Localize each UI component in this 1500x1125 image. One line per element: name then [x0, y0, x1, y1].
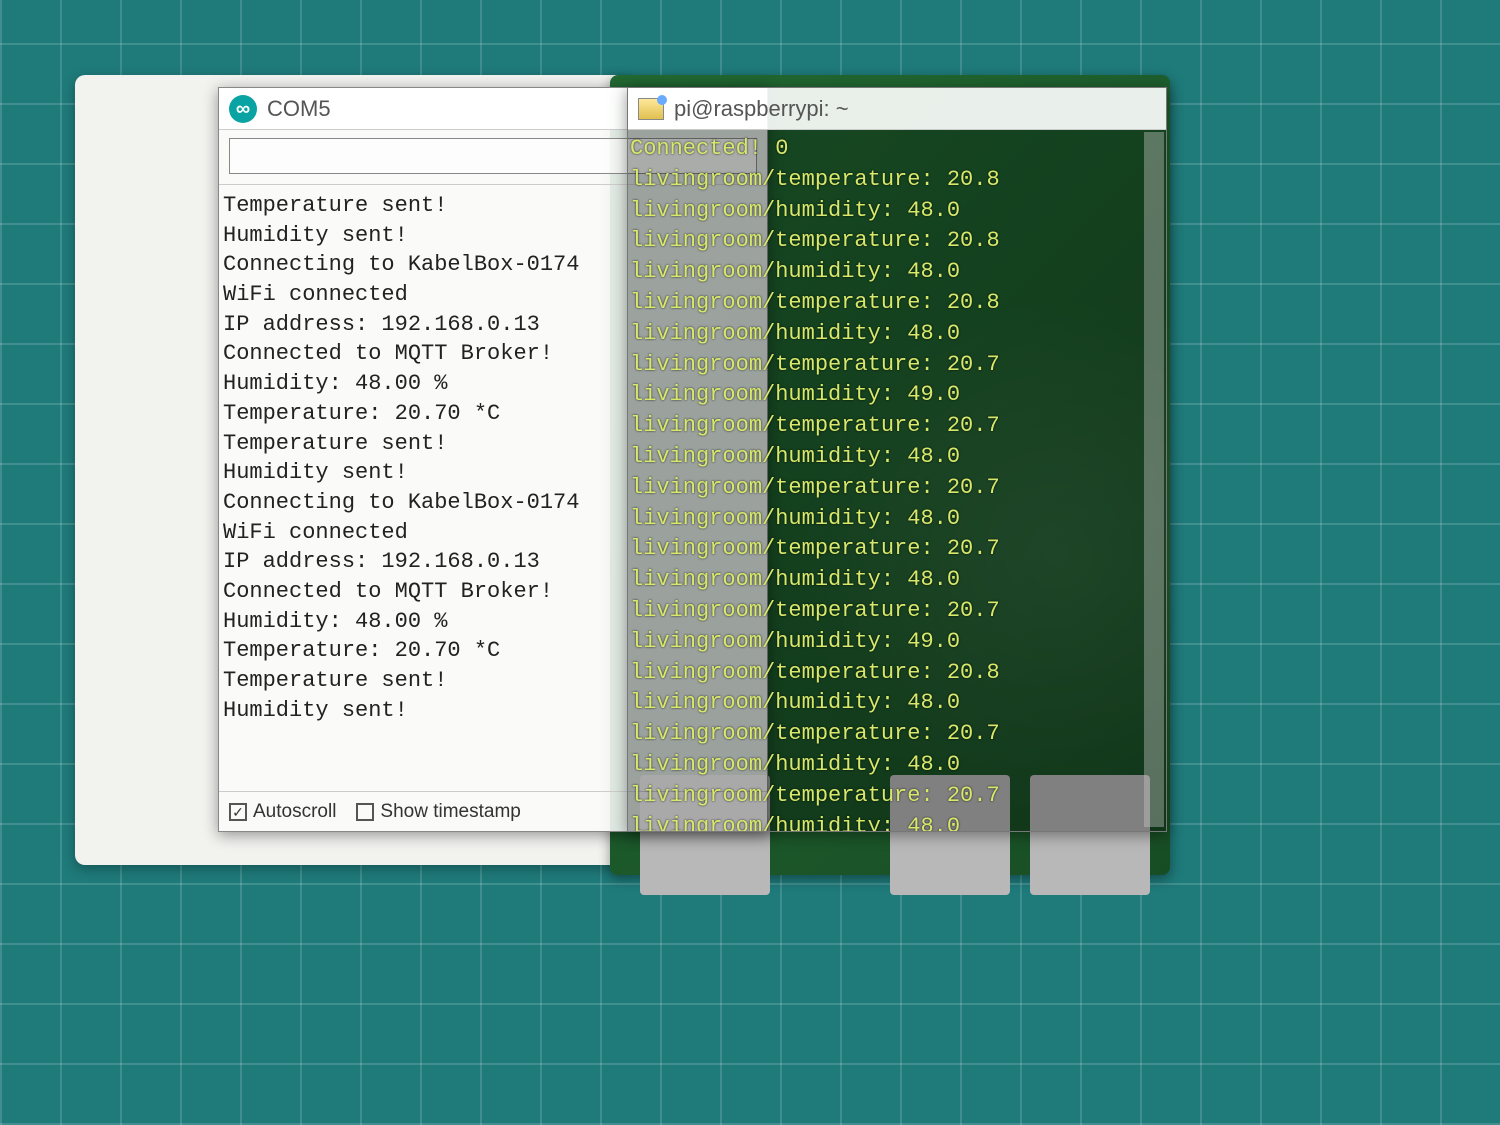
checkbox-icon [356, 803, 374, 821]
terminal-line: livingroom/temperature: 20.7 [630, 719, 1164, 750]
terminal-line: livingroom/humidity: 49.0 [630, 380, 1164, 411]
terminal-line: livingroom/temperature: 20.8 [630, 658, 1164, 689]
terminal-line: livingroom/temperature: 20.7 [630, 781, 1164, 812]
arduino-icon [229, 95, 257, 123]
putty-terminal[interactable]: Connected! 0 livingroom/temperature: 20.… [628, 130, 1166, 831]
terminal-line: livingroom/humidity: 48.0 [630, 565, 1164, 596]
terminal-line: livingroom/temperature: 20.7 [630, 473, 1164, 504]
terminal-line: livingroom/humidity: 48.0 [630, 750, 1164, 781]
terminal-line: livingroom/temperature: 20.7 [630, 411, 1164, 442]
terminal-line: livingroom/temperature: 20.7 [630, 596, 1164, 627]
terminal-line: livingroom/humidity: 48.0 [630, 319, 1164, 350]
putty-title: pi@raspberrypi: ~ [674, 96, 849, 122]
putty-icon [638, 98, 664, 120]
terminal-line: livingroom/temperature: 20.8 [630, 226, 1164, 257]
terminal-line: livingroom/temperature: 20.7 [630, 534, 1164, 565]
autoscroll-checkbox[interactable]: ✓ Autoscroll [229, 801, 336, 823]
timestamp-checkbox[interactable]: Show timestamp [356, 801, 520, 823]
putty-window: pi@raspberrypi: ~ Connected! 0 livingroo… [627, 87, 1167, 832]
terminal-scrollbar[interactable] [1144, 132, 1164, 827]
terminal-line: livingroom/humidity: 48.0 [630, 504, 1164, 535]
terminal-line: livingroom/temperature: 20.7 [630, 350, 1164, 381]
putty-titlebar[interactable]: pi@raspberrypi: ~ [628, 88, 1166, 130]
terminal-line: livingroom/humidity: 48.0 [630, 257, 1164, 288]
terminal-line: livingroom/temperature: 20.8 [630, 288, 1164, 319]
terminal-line: Connected! 0 [630, 134, 1164, 165]
terminal-line: livingroom/humidity: 48.0 [630, 442, 1164, 473]
terminal-line: livingroom/temperature: 20.8 [630, 165, 1164, 196]
checkbox-icon: ✓ [229, 803, 247, 821]
serial-monitor-title: COM5 [267, 96, 331, 122]
terminal-line: livingroom/humidity: 48.0 [630, 196, 1164, 227]
terminal-line: livingroom/humidity: 48.0 [630, 688, 1164, 719]
terminal-line: livingroom/humidity: 48.0 [630, 812, 1164, 831]
autoscroll-label: Autoscroll [253, 801, 336, 823]
timestamp-label: Show timestamp [380, 801, 520, 823]
terminal-line: livingroom/humidity: 49.0 [630, 627, 1164, 658]
